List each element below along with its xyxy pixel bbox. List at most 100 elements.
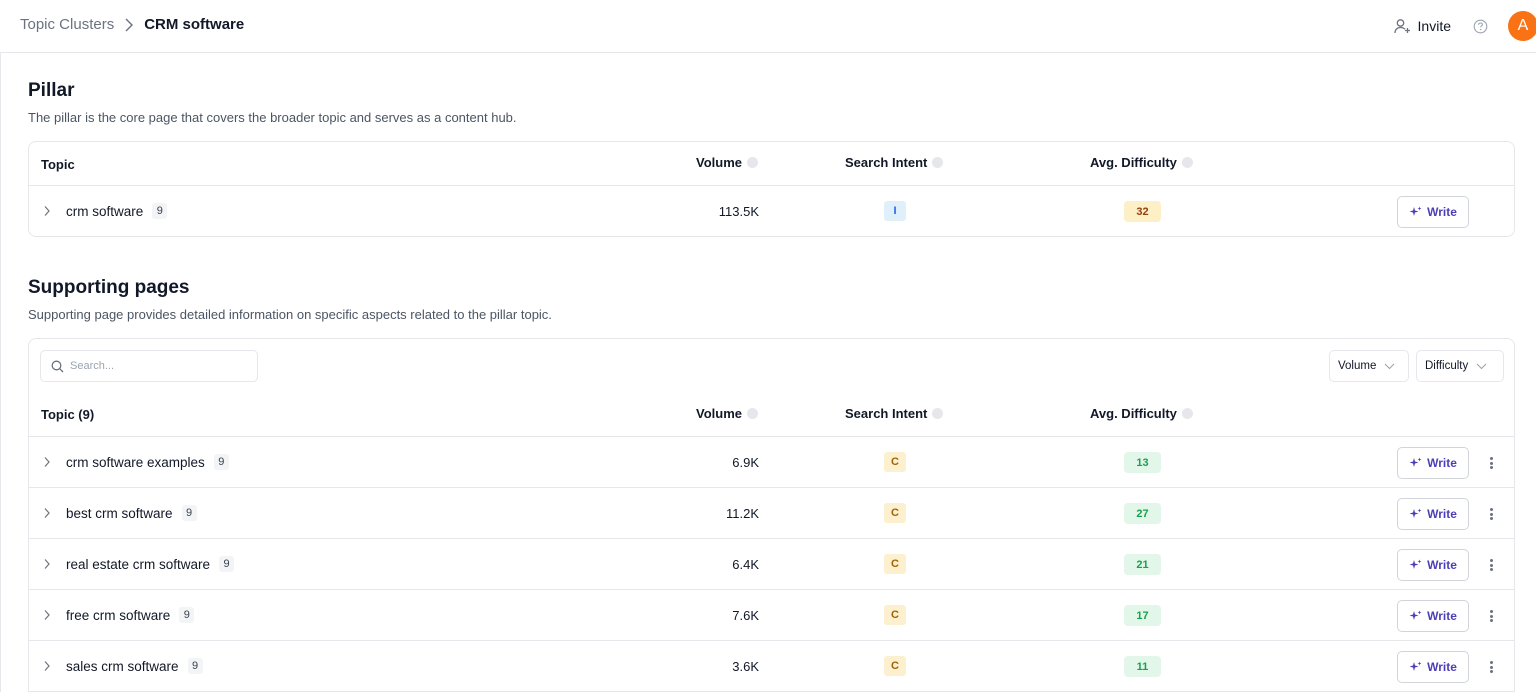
pillar-description: The pillar is the core page that covers … — [28, 110, 517, 125]
chevron-right-icon[interactable] — [43, 558, 51, 570]
breadcrumb: Topic Clusters CRM software — [20, 16, 244, 33]
write-button[interactable]: Write — [1397, 549, 1469, 581]
column-avg-difficulty: Avg. Difficulty — [1090, 155, 1193, 170]
breadcrumb-parent[interactable]: Topic Clusters — [20, 16, 114, 33]
avatar[interactable]: A — [1508, 11, 1536, 41]
column-volume: Volume — [696, 155, 758, 170]
kebab-menu-icon[interactable] — [1484, 505, 1498, 523]
column-topic: Topic — [41, 157, 75, 172]
intent-badge: C — [884, 452, 906, 472]
kebab-menu-icon[interactable] — [1484, 658, 1498, 676]
column-search-intent: Search Intent — [845, 155, 944, 170]
info-icon[interactable] — [932, 408, 944, 419]
top-actions: Invite A — [1393, 11, 1536, 41]
table-row[interactable]: real estate crm software 9 6.4K C 21 Writ… — [29, 539, 1514, 590]
chevron-right-icon[interactable] — [43, 660, 51, 672]
search-input[interactable] — [70, 360, 250, 372]
info-icon[interactable] — [1181, 408, 1193, 419]
sparkle-icon — [1409, 508, 1427, 520]
write-button[interactable]: Write — [1397, 600, 1469, 632]
chevron-right-icon[interactable] — [43, 609, 51, 621]
breadcrumb-separator-icon — [124, 17, 134, 33]
difficulty-badge: 13 — [1124, 452, 1161, 473]
help-circle-icon[interactable] — [1473, 19, 1488, 34]
topic-name: sales crm software 9 — [66, 658, 203, 674]
table-row[interactable]: free crm software 9 7.6K C 17 Write — [29, 590, 1514, 641]
search-box[interactable] — [40, 350, 258, 382]
sparkle-icon — [1409, 206, 1427, 218]
topic-name: crm software examples 9 — [66, 454, 229, 470]
chevron-down-icon — [1376, 363, 1395, 370]
keyword-count-badge: 9 — [181, 505, 197, 521]
keyword-count-badge: 9 — [219, 556, 235, 572]
intent-badge: C — [884, 656, 906, 676]
pillar-row[interactable]: crm software 9 113.5K I 32 Write — [29, 186, 1514, 237]
topic-name: free crm software 9 — [66, 607, 195, 623]
chevron-right-icon[interactable] — [43, 507, 51, 519]
keyword-count-badge: 9 — [179, 607, 195, 623]
info-icon[interactable] — [747, 157, 758, 168]
invite-button[interactable]: Invite — [1393, 18, 1451, 34]
difficulty-badge: 21 — [1124, 554, 1161, 575]
kebab-menu-icon[interactable] — [1484, 454, 1498, 472]
pillar-table-header: Topic Volume Search Intent Avg. Difficul… — [29, 142, 1514, 186]
sparkle-icon — [1409, 457, 1427, 469]
info-icon[interactable] — [747, 408, 758, 419]
supporting-table-header: Topic (9) Volume Search Intent Avg. Diff… — [29, 393, 1514, 437]
left-border — [0, 0, 1, 692]
pillar-title: Pillar — [28, 80, 75, 101]
difficulty-badge: 17 — [1124, 605, 1161, 626]
breadcrumb-current: CRM software — [144, 16, 245, 33]
table-row[interactable]: best crm software 9 11.2K C 27 Write — [29, 488, 1514, 539]
keyword-count-badge: 9 — [152, 203, 168, 219]
topic-name: best crm software 9 — [66, 505, 197, 521]
table-row[interactable]: crm software examples 9 6.9K C 13 Write — [29, 437, 1514, 488]
write-button[interactable]: Write — [1397, 447, 1469, 479]
add-user-icon — [1393, 18, 1418, 34]
intent-badge: C — [884, 554, 906, 574]
write-button[interactable]: Write — [1397, 651, 1469, 683]
chevron-right-icon[interactable] — [43, 456, 51, 468]
difficulty-filter-dropdown[interactable]: Difficulty — [1416, 350, 1504, 382]
supporting-table: Volume Difficulty Topic (9) Volume Searc… — [28, 338, 1515, 692]
difficulty-badge: 32 — [1124, 201, 1161, 222]
volume-value: 113.5K — [718, 204, 759, 219]
info-icon[interactable] — [932, 157, 944, 168]
info-icon[interactable] — [1181, 157, 1193, 168]
keyword-count-badge: 9 — [187, 658, 203, 674]
search-icon — [51, 360, 70, 373]
column-search-intent: Search Intent — [845, 406, 944, 421]
sparkle-icon — [1409, 610, 1427, 622]
column-topic: Topic (9) — [41, 407, 95, 422]
topic-name: crm software 9 — [66, 203, 168, 219]
keyword-count-badge: 9 — [213, 454, 229, 470]
pillar-table: Topic Volume Search Intent Avg. Difficul… — [28, 141, 1515, 237]
sparkle-icon — [1409, 661, 1427, 673]
intent-badge: I — [884, 201, 906, 221]
volume-value: 3.6K — [732, 659, 759, 674]
top-bar: Topic Clusters CRM software Invite A — [0, 0, 1536, 53]
difficulty-badge: 11 — [1124, 656, 1161, 677]
sparkle-icon — [1409, 559, 1427, 571]
column-avg-difficulty: Avg. Difficulty — [1090, 406, 1193, 421]
chevron-right-icon[interactable] — [43, 205, 51, 217]
invite-label: Invite — [1417, 18, 1451, 34]
write-button[interactable]: Write — [1397, 196, 1469, 228]
write-button[interactable]: Write — [1397, 498, 1469, 530]
volume-value: 6.4K — [732, 557, 759, 572]
volume-value: 7.6K — [732, 608, 759, 623]
supporting-title: Supporting pages — [28, 277, 190, 298]
topic-name: real estate crm software 9 — [66, 556, 235, 572]
table-row[interactable]: sales crm software 9 3.6K C 11 Write — [29, 641, 1514, 692]
volume-filter-dropdown[interactable]: Volume — [1329, 350, 1409, 382]
volume-value: 6.9K — [732, 455, 759, 470]
chevron-down-icon — [1468, 363, 1487, 370]
volume-value: 11.2K — [725, 506, 759, 521]
intent-badge: C — [884, 605, 906, 625]
intent-badge: C — [884, 503, 906, 523]
difficulty-badge: 27 — [1124, 503, 1161, 524]
kebab-menu-icon[interactable] — [1484, 607, 1498, 625]
kebab-menu-icon[interactable] — [1484, 556, 1498, 574]
supporting-description: Supporting page provides detailed inform… — [28, 307, 552, 322]
column-volume: Volume — [696, 406, 758, 421]
